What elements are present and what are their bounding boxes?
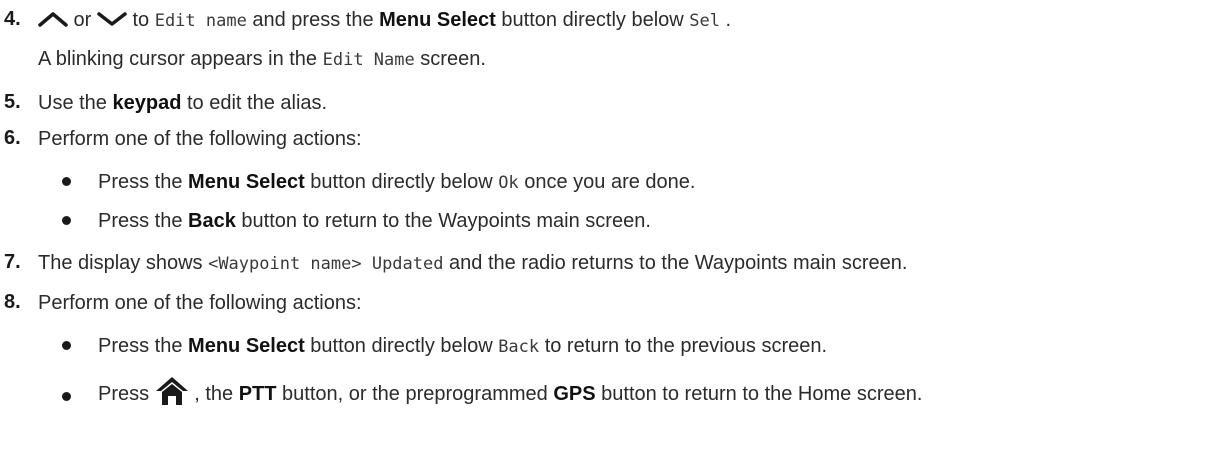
step-6-number: 6. (4, 127, 21, 149)
bullet (62, 216, 71, 225)
bullet (62, 177, 71, 186)
display-message: <Waypoint name> Updated (208, 254, 444, 274)
step-7-number: 7. (4, 251, 21, 273)
up-arrow-icon (38, 9, 68, 33)
bullet (62, 341, 71, 350)
step-4-result: A blinking cursor appears in the Edit Na… (38, 48, 486, 70)
step-8-text: Perform one of the following actions: (38, 292, 362, 314)
menu-option-edit-name: Edit name (154, 11, 247, 31)
screen-edit-name: Edit Name (322, 50, 415, 70)
step-4-number: 4. (4, 8, 21, 30)
ptt-button-label: PTT (238, 383, 277, 405)
home-icon (155, 376, 189, 418)
softkey-back: Back (498, 337, 540, 357)
step-6-option-2: Press the Back button to return to the W… (98, 210, 651, 232)
menu-select-button-label: Menu Select (188, 335, 305, 357)
instruction-page: 4. or to Edit name and press the Menu Se… (0, 0, 1230, 476)
step-6-option-1: Press the Menu Select button directly be… (98, 171, 696, 193)
step-8-option-1: Press the Menu Select button directly be… (98, 335, 828, 357)
step-4-text: or to Edit name and press the Menu Selec… (38, 8, 731, 33)
step-5-text: Use the keypad to edit the alias. (38, 92, 328, 114)
down-arrow-icon (97, 9, 127, 33)
step-7-text: The display shows <Waypoint name> Update… (38, 252, 908, 274)
gps-button-label: GPS (553, 383, 596, 405)
step-8-number: 8. (4, 291, 21, 313)
bullet (62, 392, 71, 401)
menu-select-button-label: Menu Select (188, 171, 305, 193)
step-8-option-2: Press , the PTT button, or the preprogra… (98, 376, 922, 418)
back-button-label: Back (188, 210, 236, 232)
softkey-sel: Sel (689, 11, 720, 31)
step-5-number: 5. (4, 91, 21, 113)
softkey-ok: Ok (498, 173, 519, 193)
menu-select-button-label: Menu Select (379, 9, 496, 31)
step-6-text: Perform one of the following actions: (38, 128, 362, 150)
keypad-label: keypad (112, 92, 182, 114)
